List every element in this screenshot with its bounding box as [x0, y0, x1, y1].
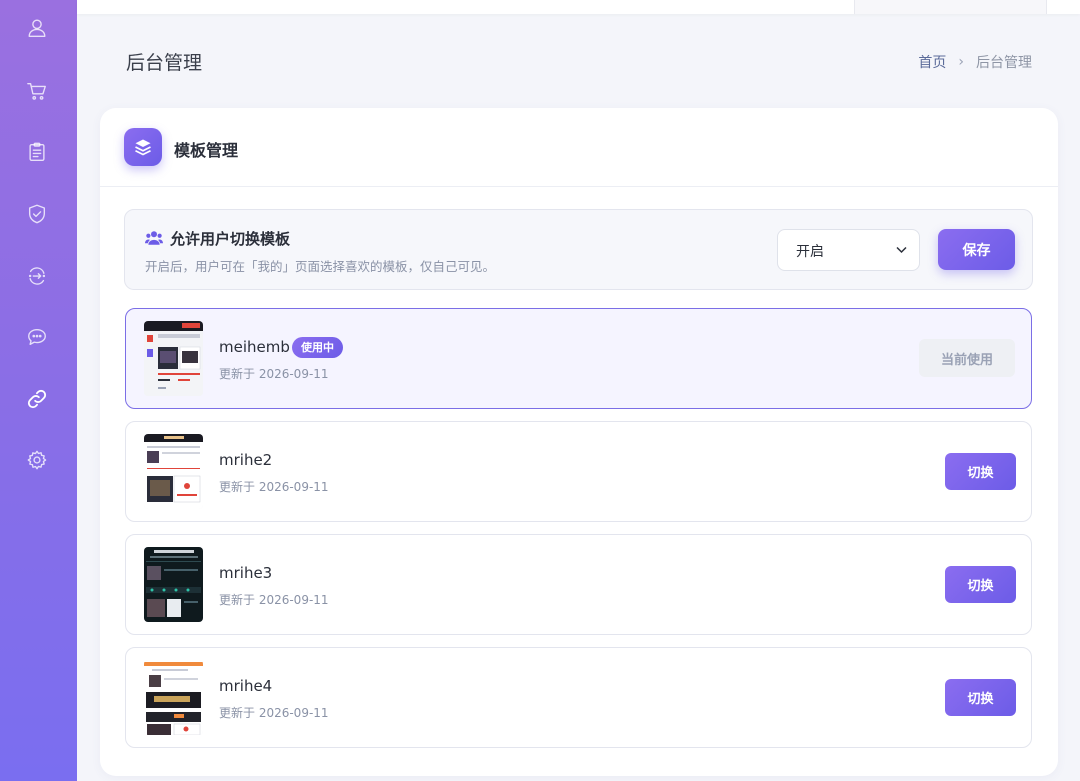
switch-template-button[interactable]: 切换 [945, 566, 1016, 603]
template-thumbnail [144, 547, 203, 622]
template-name: mrihe2 [219, 451, 273, 469]
allow-switch-select[interactable]: 开启 [777, 229, 920, 271]
in-use-badge: 使用中 [292, 337, 343, 358]
template-name: mrihe3 [219, 564, 273, 582]
link-icon[interactable] [24, 386, 50, 412]
top-bar [77, 0, 1080, 14]
template-item-meihemb[interactable]: meihemb 使用中 更新于 2026-09-11 当前使用 [125, 308, 1032, 409]
breadcrumb-current: 后台管理 [976, 55, 1032, 71]
allow-switch-description: 开启后，用户可在「我的」页面选择喜欢的模板，仅自己可见。 [145, 259, 496, 274]
template-thumbnail [144, 321, 203, 396]
chevron-down-icon [896, 246, 907, 254]
card-title: 模板管理 [174, 141, 239, 160]
card-header: 模板管理 [100, 108, 1058, 187]
exchange-icon[interactable] [24, 263, 50, 289]
save-button[interactable]: 保存 [938, 229, 1015, 270]
breadcrumb: 首页 › 后台管理 [918, 52, 1032, 72]
current-use-button: 当前使用 [919, 339, 1015, 377]
breadcrumb-home-link[interactable]: 首页 [918, 52, 946, 72]
sidebar [0, 0, 77, 781]
breadcrumb-separator: › [958, 54, 964, 70]
shield-check-icon[interactable] [24, 201, 50, 227]
template-item-mrihe4[interactable]: mrihe4 更新于 2026-09-11 切换 [125, 647, 1032, 748]
allow-switch-panel: 允许用户切换模板 开启后，用户可在「我的」页面选择喜欢的模板，仅自己可见。 开启… [124, 209, 1033, 290]
template-item-mrihe3[interactable]: mrihe3 更新于 2026-09-11 切换 [125, 534, 1032, 635]
page-title: 后台管理 [126, 52, 203, 74]
gear-icon[interactable] [24, 447, 50, 473]
users-icon [145, 231, 163, 245]
template-thumbnail [144, 434, 203, 509]
chat-icon[interactable] [24, 324, 50, 350]
top-bar-menu-area[interactable] [1046, 0, 1080, 14]
allow-switch-select-value: 开启 [796, 244, 824, 260]
template-updated: 更新于 2026-09-11 [219, 593, 329, 607]
template-thumbnail [144, 660, 203, 735]
clipboard-icon[interactable] [24, 139, 50, 165]
template-name: meihemb [219, 338, 290, 356]
template-updated: 更新于 2026-09-11 [219, 706, 329, 720]
template-item-mrihe2[interactable]: mrihe2 更新于 2026-09-11 切换 [125, 421, 1032, 522]
top-bar-user-area[interactable] [854, 0, 1046, 14]
allow-switch-label: 允许用户切换模板 [170, 230, 291, 248]
layers-icon [124, 128, 162, 166]
template-updated: 更新于 2026-09-11 [219, 367, 329, 381]
template-name: mrihe4 [219, 677, 273, 695]
template-management-card: 模板管理 允许用户切换模板 开启后，用户可在「我的」页面选择喜欢的模板，仅自己可… [100, 108, 1058, 776]
switch-template-button[interactable]: 切换 [945, 453, 1016, 490]
switch-template-button[interactable]: 切换 [945, 679, 1016, 716]
template-updated: 更新于 2026-09-11 [219, 480, 329, 494]
cart-icon[interactable] [24, 78, 50, 104]
user-icon[interactable] [24, 15, 50, 41]
